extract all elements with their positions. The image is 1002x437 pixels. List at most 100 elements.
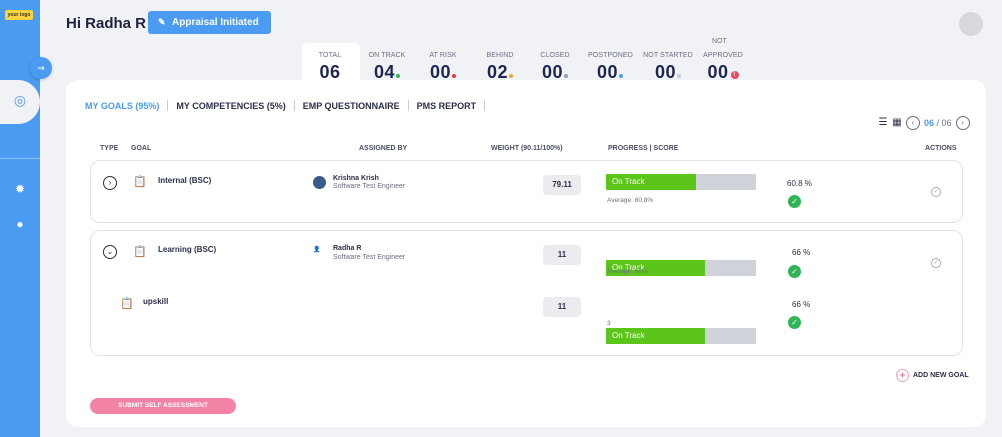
status-badge: ✎ Appraisal Initiated [148, 11, 271, 34]
chevron-right-icon[interactable]: › [955, 116, 970, 130]
stat-label: NOT STARTED [643, 52, 693, 59]
progress-fill: On Track [606, 174, 696, 190]
sub-goal-name[interactable]: upskill [143, 297, 168, 306]
stat-at-risk[interactable]: AT RISK 00 [425, 52, 461, 83]
stat-value: 00 [429, 62, 452, 82]
column-goal: GOAL [131, 145, 152, 152]
progress-fill: On Track [606, 328, 705, 344]
add-new-goal-button[interactable]: + ADD NEW GOAL [896, 369, 969, 382]
progress-bar: On Track [606, 174, 756, 190]
sidebar-divider [0, 158, 40, 159]
score-percent: 66 % [792, 300, 811, 309]
chevron-left-icon[interactable]: ‹ [906, 116, 920, 130]
goal-card [90, 160, 963, 223]
column-weight: WEIGHT (90.11/100%) [491, 145, 563, 152]
column-assigned-by: ASSIGNED BY [359, 145, 408, 152]
stat-label: ON TRACK [368, 52, 406, 59]
chevron-right-icon[interactable]: › [103, 176, 117, 190]
stat-value: 06 [319, 62, 341, 82]
goal-name[interactable]: Learning (BSC) [158, 245, 216, 254]
stat-value: 00 [596, 62, 619, 82]
page-title: Hi Radha R [66, 15, 147, 32]
column-type: TYPE [100, 145, 119, 152]
plus-icon: + [896, 369, 909, 382]
company-logo: your logo [5, 10, 33, 20]
progress-bar: On Track [606, 328, 756, 344]
tab-divider [484, 100, 486, 111]
tab-divider [167, 100, 169, 111]
action-icon[interactable]: ✓ [931, 258, 941, 268]
stat-label: APPROVED [703, 52, 743, 59]
stat-behind[interactable]: BEHIND 02 [482, 52, 518, 83]
stat-label: POSTPONED [588, 52, 633, 59]
status-dot [564, 74, 569, 78]
gear-icon[interactable]: ✹ [12, 181, 28, 197]
user-icon[interactable]: ● [12, 216, 28, 232]
page-total: / 06 [934, 118, 952, 128]
tab-my-competencies[interactable]: MY COMPETENCIES (5%) [176, 101, 285, 111]
target-icon: ◎ [13, 92, 27, 108]
stat-label: AT RISK [429, 52, 457, 59]
stat-value: 00 [707, 62, 729, 82]
grid-view-icon[interactable]: ▦ [892, 118, 902, 128]
stat-closed[interactable]: CLOSED 00 [537, 52, 573, 83]
stat-value: 00 [654, 62, 677, 82]
stat-on-track[interactable]: ON TRACK 04 [367, 52, 407, 83]
score-percent: 60.8 % [787, 179, 812, 188]
column-actions: ACTIONS [925, 145, 957, 152]
status-dot [677, 74, 682, 78]
stat-label-top: NOT [712, 38, 727, 45]
stat-value: 04 [373, 62, 396, 82]
tab-divider [407, 100, 409, 111]
tab-pms-report[interactable]: PMS REPORT [417, 101, 477, 111]
assignee-role: Software Test Engineer [333, 183, 406, 190]
status-dot [452, 74, 457, 78]
status-dot [619, 74, 624, 78]
assignee-name: Radha R [333, 245, 362, 252]
pencil-icon: ✎ [158, 17, 166, 27]
avatar[interactable] [959, 12, 983, 36]
weight-value: 11 [543, 245, 581, 265]
check-icon: ✓ [788, 195, 801, 208]
check-icon: ✓ [788, 316, 801, 329]
view-controls: ☰ ▦ ‹ 06 / 06 › [878, 116, 970, 130]
page-indicator: 06 / 06 [924, 118, 952, 128]
column-progress: PROGRESS | SCORE [608, 145, 679, 152]
stat-total[interactable]: TOTAL 06 [315, 52, 345, 83]
check-icon: ✓ [788, 265, 801, 278]
assignee-role: Software Test Engineer [333, 254, 406, 261]
goal-type-icon: 📋 [133, 246, 147, 258]
goal-type-icon: 📋 [133, 176, 147, 188]
add-new-goal-label: ADD NEW GOAL [913, 372, 969, 379]
progress-sub-text: 3 [607, 320, 611, 327]
weight-value: 11 [543, 297, 581, 317]
tab-emp-questionnaire[interactable]: EMP QUESTIONNAIRE [303, 101, 400, 111]
goal-name[interactable]: Internal (BSC) [158, 176, 211, 185]
tab-bar: MY GOALS (95%) MY COMPETENCIES (5%) EMP … [85, 100, 493, 111]
progress-average: Average: 66% [607, 268, 648, 275]
alert-icon: ! [730, 71, 739, 79]
stat-label: CLOSED [540, 52, 570, 59]
stat-postponed[interactable]: POSTPONED 00 [588, 52, 633, 83]
weight-value: 79.11 [543, 175, 581, 195]
page-current: 06 [924, 118, 935, 128]
stat-label: TOTAL [318, 52, 342, 59]
list-view-icon[interactable]: ☰ [878, 118, 888, 128]
goal-type-icon: 📋 [120, 298, 134, 310]
assignee-avatar [313, 176, 326, 189]
assignee-name: Krishna Krish [333, 175, 379, 182]
progress-average: Average: 60.8% [607, 197, 654, 204]
goal-card [90, 230, 963, 356]
sidebar-item-goals[interactable]: ◎ [0, 80, 40, 124]
stat-not-approved[interactable]: APPROVED 00! [702, 52, 744, 83]
chevron-down-icon[interactable]: ⌄ [103, 245, 117, 259]
action-icon[interactable]: ✓ [931, 187, 941, 197]
stat-label: BEHIND [486, 52, 514, 59]
collapse-arrow-icon[interactable]: ⇒ [30, 57, 52, 79]
submit-self-assessment-button[interactable]: SUBMIT SELF ASSESSMENT [90, 398, 236, 414]
stat-value: 00 [541, 62, 564, 82]
tab-my-goals[interactable]: MY GOALS (95%) [85, 101, 159, 111]
stat-not-started[interactable]: NOT STARTED 00 [643, 52, 693, 83]
score-percent: 66 % [792, 248, 811, 257]
assignee-avatar: 👤 [313, 247, 321, 253]
